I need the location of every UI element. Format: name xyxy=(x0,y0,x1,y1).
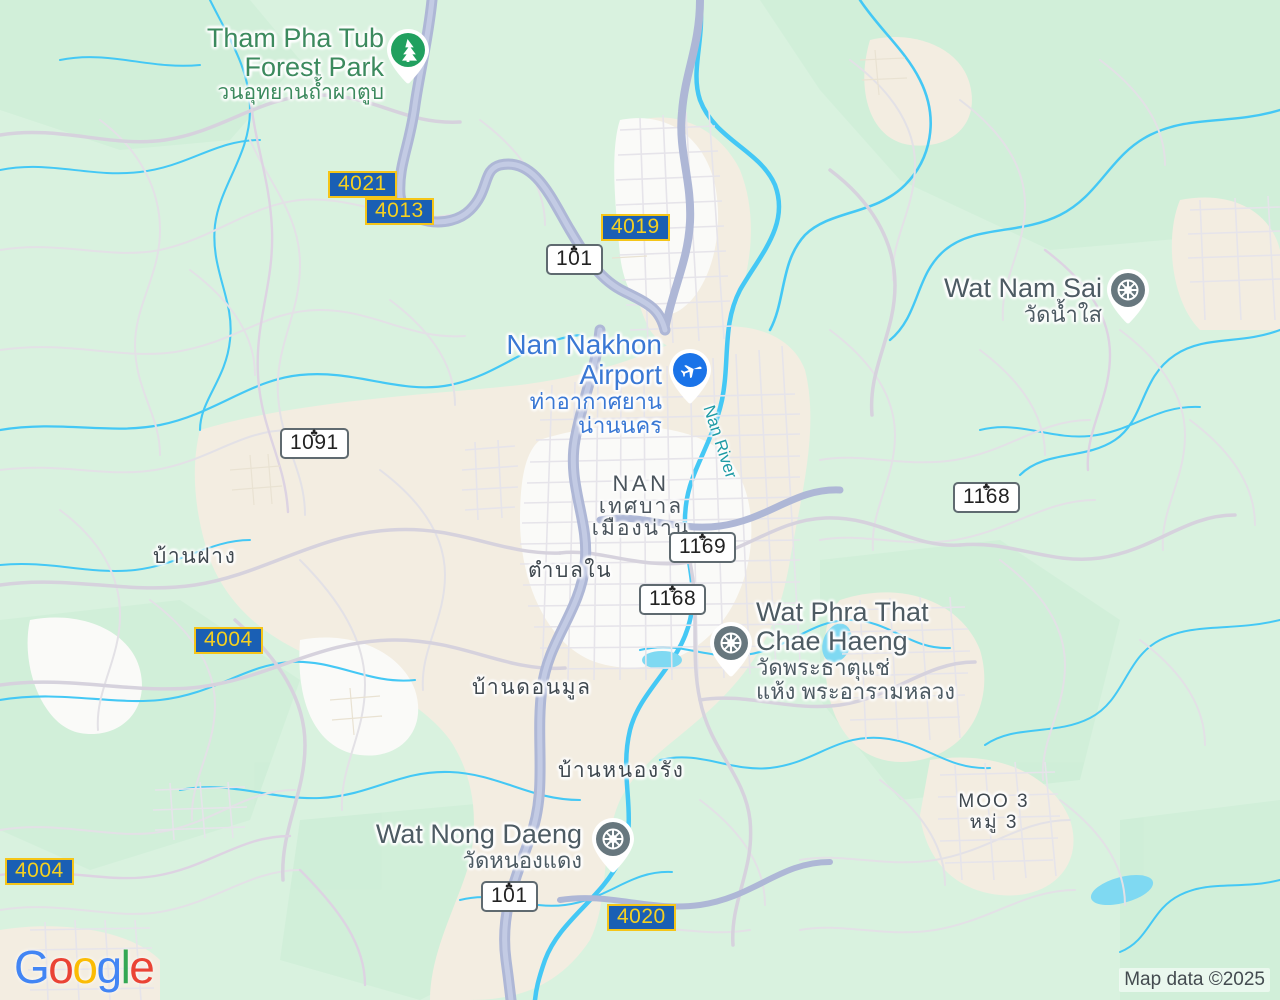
map-attribution: Map data ©2025 xyxy=(1119,968,1270,992)
marker-wat-phra-that-chae-haeng[interactable] xyxy=(708,621,754,677)
dharma-wheel-icon xyxy=(1107,269,1149,324)
route-shield-4004-left[interactable]: 4004 xyxy=(5,858,74,885)
route-shield-4021[interactable]: 4021 xyxy=(328,171,397,198)
route-shield-4004-mid[interactable]: 4004 xyxy=(194,627,263,654)
google-logo-letter-e: e xyxy=(129,941,155,993)
route-shield-101-north[interactable]: ♣ 101 xyxy=(546,244,603,275)
route-shield-101-south[interactable]: ♣ 101 xyxy=(481,881,538,912)
route-number: 4013 xyxy=(375,198,424,222)
marker-wat-nam-sai[interactable] xyxy=(1105,268,1151,324)
google-logo[interactable]: Google xyxy=(14,940,155,994)
route-shield-1169[interactable]: ♣ 1169 xyxy=(669,531,737,563)
google-logo-letter-g1: G xyxy=(14,941,50,993)
route-shield-4013[interactable]: 4013 xyxy=(365,198,434,225)
route-shield-1091[interactable]: ♣ 1091 xyxy=(280,428,349,459)
google-logo-letter-o2: o xyxy=(72,941,98,993)
garuda-crown-icon: ♣ xyxy=(570,243,579,255)
dharma-wheel-icon xyxy=(592,818,634,873)
route-number: 4021 xyxy=(338,171,387,195)
route-shield-4019[interactable]: 4019 xyxy=(601,214,670,241)
garuda-crown-icon: ♣ xyxy=(982,481,991,493)
route-shield-1168-east[interactable]: ♣ 1168 xyxy=(953,481,1021,513)
route-number: 4019 xyxy=(611,214,660,238)
airplane-icon xyxy=(669,349,711,404)
marker-tham-pha-tub-forest-park[interactable] xyxy=(385,28,431,84)
garuda-crown-icon: ♣ xyxy=(505,880,514,892)
route-number: 4020 xyxy=(617,904,666,928)
google-logo-letter-l: l xyxy=(120,941,131,993)
map-base-layer xyxy=(0,0,1280,1000)
garuda-crown-icon: ♣ xyxy=(668,583,677,595)
route-number: 4004 xyxy=(15,858,64,882)
route-number: 4004 xyxy=(204,627,253,651)
garuda-crown-icon: ♣ xyxy=(310,427,319,439)
tree-icon xyxy=(387,29,429,84)
route-shield-1168-city[interactable]: ♣ 1168 xyxy=(639,583,707,615)
dharma-wheel-icon xyxy=(710,622,752,677)
garuda-crown-icon: ♣ xyxy=(698,531,707,543)
marker-nan-nakhon-airport[interactable] xyxy=(667,348,713,404)
map-viewport[interactable]: Tham Pha Tub Forest Park วนอุทยานถ้ำผาตู… xyxy=(0,0,1280,1000)
google-logo-letter-o1: o xyxy=(48,941,74,993)
marker-wat-nong-daeng[interactable] xyxy=(590,817,636,873)
google-logo-letter-g2: g xyxy=(96,941,122,993)
route-shield-4020[interactable]: 4020 xyxy=(607,904,676,931)
